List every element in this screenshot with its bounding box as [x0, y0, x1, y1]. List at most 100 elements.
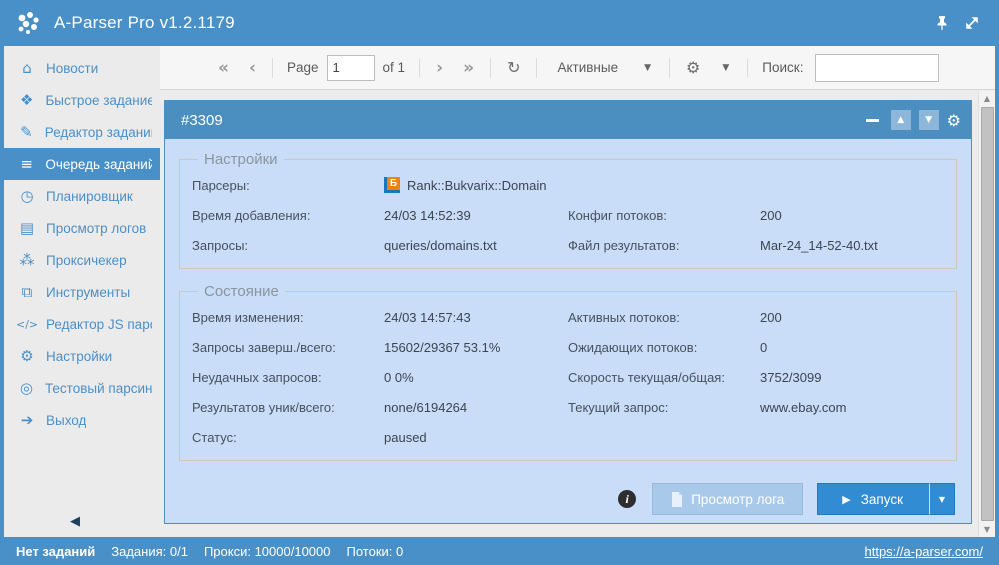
sidebar-item-scheduler[interactable]: ◷ Планировщик: [4, 180, 160, 212]
clock-icon: ◷: [16, 187, 38, 205]
state-fieldset: Состояние Время изменения: 24/03 14:57:4…: [179, 283, 957, 461]
sidebar-item-log-viewer[interactable]: ▤ Просмотр логов: [4, 212, 160, 244]
content-area: #3309 ▲ ▼ ⚙ Настройки Парсеры:: [160, 90, 978, 537]
thread-config-value: 200: [760, 208, 782, 223]
sidebar-collapse-button[interactable]: ◀: [70, 514, 80, 529]
app-title: A-Parser Pro v1.2.1179: [54, 13, 235, 33]
proxies-counter: Прокси: 10000/10000: [204, 544, 331, 559]
first-page-button[interactable]: «: [208, 58, 239, 78]
waiting-threads-label: Ожидающих потоков:: [568, 340, 760, 355]
active-threads-value: 200: [760, 310, 782, 325]
aparser-site-link[interactable]: https://a-parser.com/: [865, 544, 984, 559]
filter-dropdown-caret-icon[interactable]: ▼: [632, 63, 663, 73]
sidebar-item-task-queue[interactable]: ≡ Очередь заданий: [4, 148, 160, 180]
settings-fieldset: Настройки Парсеры: Б Rank::Bukvarix::Dom…: [179, 151, 957, 269]
search-label: Поиск:: [754, 60, 811, 75]
sidebar-item-news[interactable]: ⌂ Новости: [4, 52, 160, 84]
toolbar-separator: [669, 58, 670, 78]
queries-label: Запросы:: [192, 238, 384, 253]
sidebar-item-js-editor[interactable]: </> Редактор JS парс...: [4, 308, 160, 340]
sidebar-item-settings[interactable]: ⚙ Настройки: [4, 340, 160, 372]
speed-label: Скорость текущая/общая:: [568, 370, 760, 385]
task-settings-gear-icon[interactable]: ⚙: [947, 111, 961, 130]
prev-page-button[interactable]: ‹: [239, 58, 266, 78]
sidebar: ⌂ Новости ❖ Быстрое задание ✎ Редактор з…: [4, 46, 160, 537]
results-unique-label: Результатов уник/всего:: [192, 400, 384, 415]
app-header: A-Parser Pro v1.2.1179: [4, 0, 995, 46]
task-panel-header: #3309 ▲ ▼ ⚙: [165, 101, 971, 139]
thread-config-label: Конфиг потоков:: [568, 208, 760, 223]
scrollbar[interactable]: ▲ ▼: [978, 91, 995, 537]
scroll-up-button[interactable]: ▲: [984, 91, 990, 106]
home-icon: ⌂: [16, 59, 38, 77]
sidebar-item-exit[interactable]: ➔ Выход: [4, 404, 160, 436]
page-count-label: of 1: [375, 60, 414, 75]
start-dropdown-caret-icon[interactable]: ▼: [929, 483, 955, 515]
task-panel-body: Настройки Парсеры: Б Rank::Bukvarix::Dom…: [165, 139, 971, 525]
status-bar: Нет заданий Задания: 0/1 Прокси: 10000/1…: [4, 537, 995, 565]
state-legend: Состояние: [198, 283, 285, 300]
task-actions-row: i Просмотр лога ▶ Запуск ▼: [179, 475, 957, 515]
gear-dropdown-caret-icon[interactable]: ▼: [710, 63, 741, 73]
list-icon: ≡: [16, 155, 37, 173]
scroll-down-button[interactable]: ▼: [984, 522, 990, 537]
file-icon: ▤: [16, 219, 38, 237]
tasks-counter: Задания: 0/1: [111, 544, 188, 559]
result-file-label: Файл результатов:: [568, 238, 760, 253]
sidebar-item-test-parsing[interactable]: ◎ Тестовый парсинг: [4, 372, 160, 404]
toolbar-separator: [272, 58, 273, 78]
expand-icon[interactable]: [961, 12, 983, 34]
sidebar-item-quick-task[interactable]: ❖ Быстрое задание: [4, 84, 160, 116]
task-id: #3309: [181, 112, 223, 129]
sidebar-item-tools[interactable]: ⧉ Инструменты: [4, 276, 160, 308]
move-down-button[interactable]: ▼: [919, 110, 939, 130]
add-time-value: 24/03 14:52:39: [384, 208, 471, 223]
filter-dropdown-label[interactable]: Активные: [543, 60, 632, 75]
page-icon: [671, 492, 683, 507]
toolbar-gear-icon[interactable]: ⚙: [676, 58, 710, 77]
arrow-up-icon: ▲: [897, 115, 904, 125]
current-query-value: www.ebay.com: [760, 400, 846, 415]
code-icon: </>: [16, 318, 38, 331]
logout-icon: ➔: [16, 411, 38, 429]
main-area: « ‹ Page of 1 › » ↻ Активные ▼ ⚙ ▼ Поиск…: [160, 46, 995, 537]
status-label: Статус:: [192, 430, 384, 445]
move-up-button[interactable]: ▲: [891, 110, 911, 130]
toolbar-separator: [747, 58, 748, 78]
failed-queries-label: Неудачных запросов:: [192, 370, 384, 385]
result-file-value: Mar-24_14-52-40.txt: [760, 238, 878, 253]
arrow-down-icon: ▼: [925, 115, 932, 125]
queries-done-value: 15602/29367 53.1%: [384, 340, 500, 355]
status-message: Нет заданий: [16, 544, 95, 559]
gears-icon: ⚙: [16, 347, 38, 365]
threads-counter: Потоки: 0: [347, 544, 404, 559]
change-time-label: Время изменения:: [192, 310, 384, 325]
change-time-value: 24/03 14:57:43: [384, 310, 471, 325]
app-window: A-Parser Pro v1.2.1179 ⌂ Новости ❖ Быстр…: [0, 0, 999, 565]
info-icon[interactable]: i: [618, 490, 636, 508]
app-logo-icon: [14, 8, 44, 38]
page-label: Page: [279, 60, 327, 75]
sidebar-item-task-editor[interactable]: ✎ Редактор заданий: [4, 116, 160, 148]
minimize-icon[interactable]: [866, 119, 879, 122]
pin-icon[interactable]: [931, 12, 953, 34]
active-threads-label: Активных потоков:: [568, 310, 760, 325]
queries-value: queries/domains.txt: [384, 238, 497, 253]
parsers-label: Парсеры:: [192, 178, 384, 193]
sitemap-icon: ⁂: [16, 251, 38, 269]
queries-done-label: Запросы заверш./всего:: [192, 340, 384, 355]
scrollbar-thumb[interactable]: [981, 107, 994, 521]
page-input[interactable]: [327, 55, 375, 81]
status-value: paused: [384, 430, 427, 445]
last-page-button[interactable]: »: [453, 58, 484, 78]
view-log-button[interactable]: Просмотр лога: [652, 483, 803, 515]
add-time-label: Время добавления:: [192, 208, 384, 223]
search-input[interactable]: [815, 54, 939, 82]
start-button[interactable]: ▶ Запуск ▼: [817, 483, 955, 515]
parser-name: Rank::Bukvarix::Domain: [407, 178, 546, 193]
current-query-label: Текущий запрос:: [568, 400, 760, 415]
refresh-button[interactable]: ↻: [497, 58, 530, 77]
next-page-button[interactable]: ›: [426, 58, 453, 78]
paging-toolbar: « ‹ Page of 1 › » ↻ Активные ▼ ⚙ ▼ Поиск…: [160, 46, 995, 90]
sidebar-item-proxy-checker[interactable]: ⁂ Проксичекер: [4, 244, 160, 276]
